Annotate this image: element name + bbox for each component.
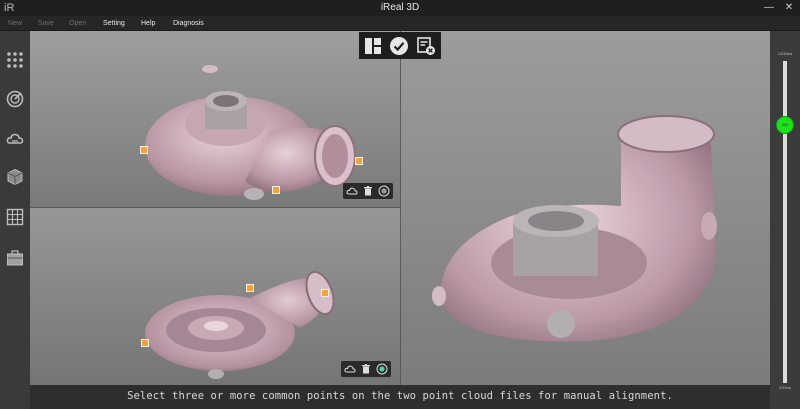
- alignment-point-marker[interactable]: [321, 289, 329, 297]
- window-title: iReal 3D: [380, 2, 420, 13]
- menu-diagnosis[interactable]: Diagnosis: [173, 17, 204, 30]
- alignment-point-marker[interactable]: [141, 339, 149, 347]
- record-icon[interactable]: [378, 185, 390, 197]
- left-toolbar: [0, 31, 30, 409]
- minimize-button[interactable]: —: [762, 1, 776, 15]
- slider-thumb-label: 400: [781, 122, 789, 128]
- pump-model-bottom: [145, 270, 335, 379]
- cloud-mode-icon[interactable]: [346, 185, 358, 197]
- viewport-bottom-left[interactable]: [30, 208, 400, 385]
- cancel-list-icon[interactable]: [416, 36, 436, 56]
- record-active-icon[interactable]: [376, 363, 388, 375]
- viewport-mini-toolbar: [341, 361, 391, 377]
- menu-save[interactable]: Save: [38, 17, 54, 30]
- scan-radar-icon[interactable]: [6, 90, 24, 108]
- slider-track[interactable]: [783, 61, 787, 383]
- delete-icon[interactable]: [362, 185, 374, 197]
- menu-bar: New Save Open Setting Help Diagnosis: [0, 16, 800, 31]
- table-grid-icon[interactable]: [6, 208, 24, 226]
- confirm-check-icon[interactable]: [389, 36, 409, 56]
- delete-icon[interactable]: [360, 363, 372, 375]
- status-message: Select three or more common points on th…: [127, 390, 673, 402]
- layout-split-icon[interactable]: [363, 36, 383, 56]
- app-window: iR iReal 3D — ✕ New Save Open Setting He…: [0, 0, 800, 409]
- viewport-mini-toolbar: [343, 183, 393, 199]
- menu-open[interactable]: Open: [69, 17, 86, 30]
- menu-help[interactable]: Help: [141, 17, 155, 30]
- alignment-point-marker[interactable]: [246, 284, 254, 292]
- cube-icon[interactable]: [6, 168, 24, 186]
- slider-max-label: 1300ms: [777, 51, 793, 56]
- pump-model-merged: [432, 115, 717, 342]
- status-bar: Select three or more common points on th…: [30, 385, 770, 409]
- toolbox-icon[interactable]: [6, 249, 24, 267]
- slider-thumb[interactable]: 400: [776, 116, 794, 135]
- cloud-icon[interactable]: [6, 130, 24, 148]
- alignment-point-marker[interactable]: [355, 157, 363, 165]
- alignment-point-marker[interactable]: [140, 146, 148, 154]
- pump-model-top: [145, 65, 356, 200]
- title-bar: iR iReal 3D — ✕: [0, 0, 800, 16]
- slider-min-label: 220ms: [778, 385, 791, 390]
- menu-setting[interactable]: Setting: [103, 17, 125, 30]
- viewport-right[interactable]: [401, 31, 770, 385]
- cloud-mode-icon[interactable]: [344, 363, 356, 375]
- menu-new[interactable]: New: [8, 17, 22, 30]
- alignment-point-marker[interactable]: [272, 186, 280, 194]
- exposure-slider-panel: 1300ms 400 220ms: [770, 31, 800, 409]
- alignment-action-toolbar: [359, 32, 441, 59]
- close-button[interactable]: ✕: [782, 1, 796, 15]
- viewport-top-left[interactable]: [30, 31, 400, 207]
- grid-dots-icon[interactable]: [6, 51, 24, 69]
